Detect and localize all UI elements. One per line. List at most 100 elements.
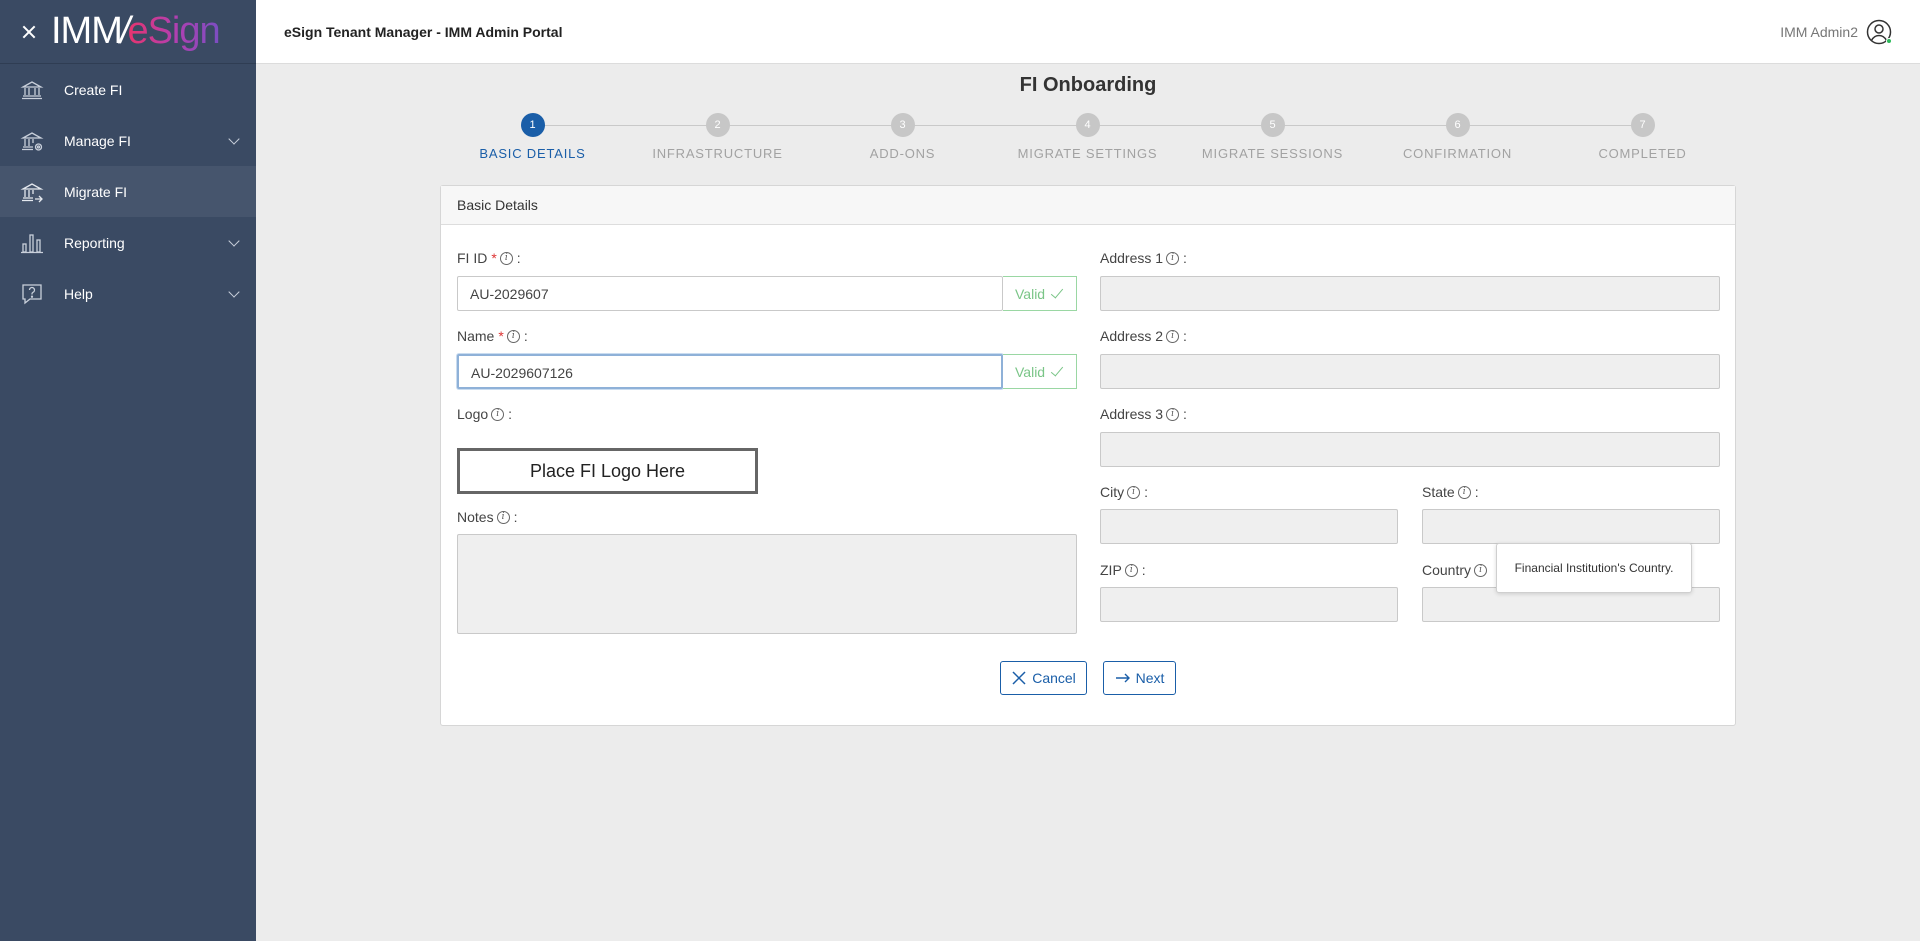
address1-label: Address 1 i : bbox=[1100, 250, 1187, 266]
name-input[interactable]: AU-2029607126 bbox=[457, 354, 1003, 389]
step-number: 4 bbox=[1075, 113, 1100, 137]
step-migrate-settings[interactable]: 4 MIGRATE SETTINGS bbox=[995, 112, 1180, 161]
name-label: Name * i : bbox=[457, 328, 528, 344]
step-basic-details[interactable]: 1 BASIC DETAILS bbox=[440, 112, 625, 161]
sidebar-header: IMM / eSign bbox=[0, 0, 256, 64]
sidebar-item-label: Migrate FI bbox=[64, 183, 128, 200]
bank-gear-icon bbox=[20, 129, 44, 153]
state-label: State i : bbox=[1422, 484, 1479, 500]
label-colon: : bbox=[1183, 328, 1187, 344]
step-completed[interactable]: 7 COMPLETED bbox=[1550, 112, 1735, 161]
label-text: Logo bbox=[457, 406, 489, 422]
close-icon[interactable] bbox=[19, 22, 39, 42]
bank-arrow-icon bbox=[20, 180, 44, 204]
label-text: City bbox=[1100, 484, 1125, 500]
check-icon bbox=[1050, 362, 1064, 377]
address2-label: Address 2 i : bbox=[1100, 328, 1187, 344]
user-name: IMM Admin2 bbox=[1780, 24, 1858, 40]
step-number: 6 bbox=[1445, 113, 1470, 137]
step-label: MIGRATE SETTINGS bbox=[1017, 146, 1158, 161]
step-label: CONFIRMATION bbox=[1402, 146, 1513, 161]
city-input[interactable] bbox=[1100, 509, 1398, 544]
sidebar-item-manage-fi[interactable]: Manage FI bbox=[0, 115, 256, 166]
arrow-right-icon bbox=[1115, 673, 1130, 683]
sidebar-item-help[interactable]: Help bbox=[0, 268, 256, 319]
info-icon[interactable]: i bbox=[1166, 251, 1180, 265]
info-icon[interactable]: i bbox=[499, 251, 513, 265]
label-text: Name bbox=[457, 328, 495, 344]
step-number: 5 bbox=[1260, 113, 1285, 137]
sidebar-item-label: Create FI bbox=[64, 81, 123, 98]
logo-imm: IMM bbox=[51, 10, 123, 52]
label-text: Address 3 bbox=[1100, 406, 1164, 422]
next-button[interactable]: Next bbox=[1103, 661, 1176, 695]
info-icon[interactable]: i bbox=[1127, 485, 1141, 499]
info-icon[interactable]: i bbox=[491, 407, 505, 421]
logo-upload-area[interactable]: Place FI Logo Here bbox=[457, 448, 758, 494]
zip-label: ZIP i : bbox=[1100, 562, 1146, 578]
logo-esign: eSign bbox=[127, 10, 220, 52]
info-icon[interactable]: i bbox=[506, 329, 520, 343]
notes-textarea[interactable] bbox=[457, 534, 1077, 634]
label-text: Country bbox=[1422, 562, 1472, 578]
user-avatar-icon[interactable] bbox=[1866, 19, 1892, 45]
label-colon: : bbox=[523, 328, 528, 344]
sidebar-item-label: Reporting bbox=[64, 234, 125, 251]
progress-stepper: 1 BASIC DETAILS 2 INFRASTRUCTURE 3 ADD-O… bbox=[440, 112, 1736, 168]
info-icon[interactable]: i bbox=[1166, 329, 1180, 343]
sidebar-item-label: Manage FI bbox=[64, 132, 131, 149]
sidebar-item-migrate-fi[interactable]: Migrate FI bbox=[0, 166, 256, 217]
info-icon[interactable]: i bbox=[1166, 407, 1180, 421]
page-title: FI Onboarding bbox=[1019, 74, 1157, 96]
app-title: eSign Tenant Manager - IMM Admin Portal bbox=[284, 23, 563, 40]
close-icon bbox=[1012, 671, 1026, 685]
fi-id-input[interactable]: AU-2029607 bbox=[457, 276, 1003, 311]
sidebar: IMM / eSign Create FI Manage FI Migrate FI… bbox=[0, 0, 256, 941]
online-status-dot bbox=[1886, 38, 1892, 44]
label-colon: : bbox=[513, 509, 518, 525]
cancel-button[interactable]: Cancel bbox=[1000, 661, 1087, 695]
city-label: City i : bbox=[1100, 484, 1148, 500]
address3-input[interactable] bbox=[1100, 432, 1720, 467]
info-icon[interactable]: i bbox=[1474, 563, 1488, 577]
label-colon: : bbox=[1183, 250, 1187, 266]
step-number: 1 bbox=[520, 113, 545, 137]
state-input[interactable] bbox=[1422, 509, 1720, 544]
valid-text: Valid bbox=[1015, 363, 1046, 380]
cancel-label: Cancel bbox=[1032, 670, 1076, 686]
top-bar: eSign Tenant Manager - IMM Admin Portal … bbox=[256, 0, 1920, 64]
name-valid-badge: Valid bbox=[1003, 354, 1077, 389]
step-confirmation[interactable]: 6 CONFIRMATION bbox=[1365, 112, 1550, 161]
info-icon[interactable]: i bbox=[1124, 563, 1138, 577]
valid-text: Valid bbox=[1015, 285, 1046, 302]
sidebar-item-reporting[interactable]: Reporting bbox=[0, 217, 256, 268]
step-infrastructure[interactable]: 2 INFRASTRUCTURE bbox=[625, 112, 810, 161]
label-colon: : bbox=[1474, 484, 1479, 500]
label-text: Notes bbox=[457, 509, 494, 525]
country-label: Country i bbox=[1422, 562, 1488, 578]
step-number: 3 bbox=[890, 113, 915, 137]
fi-id-valid-badge: Valid bbox=[1003, 276, 1077, 311]
bar-chart-icon bbox=[20, 231, 44, 255]
step-number: 7 bbox=[1630, 113, 1655, 137]
address1-input[interactable] bbox=[1100, 276, 1720, 311]
info-icon[interactable]: i bbox=[1457, 485, 1471, 499]
label-colon: : bbox=[1141, 562, 1146, 578]
user-menu[interactable]: IMM Admin2 bbox=[1780, 19, 1892, 45]
fi-id-label: FI ID * i : bbox=[457, 250, 521, 266]
step-label: MIGRATE SESSIONS bbox=[1201, 146, 1344, 161]
step-number: 2 bbox=[705, 113, 730, 137]
chevron-down-icon bbox=[228, 286, 240, 298]
sidebar-item-label: Help bbox=[64, 285, 93, 302]
step-label: COMPLETED bbox=[1598, 146, 1687, 161]
zip-input[interactable] bbox=[1100, 587, 1398, 622]
info-icon[interactable]: i bbox=[496, 510, 510, 524]
step-migrate-sessions[interactable]: 5 MIGRATE SESSIONS bbox=[1180, 112, 1365, 161]
label-text: Address 1 bbox=[1100, 250, 1164, 266]
sidebar-item-create-fi[interactable]: Create FI bbox=[0, 64, 256, 115]
app-logo: IMM / eSign bbox=[51, 0, 221, 64]
help-icon bbox=[20, 282, 44, 306]
address2-input[interactable] bbox=[1100, 354, 1720, 389]
step-add-ons[interactable]: 3 ADD-ONS bbox=[810, 112, 995, 161]
country-tooltip: Financial Institution's Country. bbox=[1496, 543, 1692, 593]
